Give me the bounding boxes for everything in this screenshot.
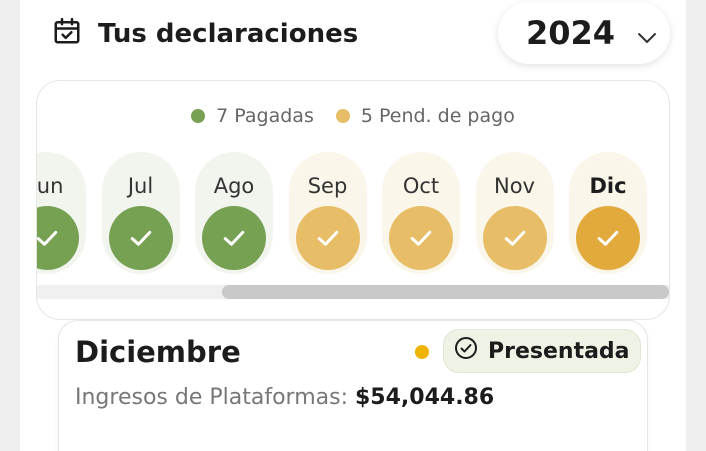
page-title: Tus declaraciones: [98, 19, 359, 49]
month-ago[interactable]: Ago: [195, 152, 273, 274]
calendar-check-icon: [52, 16, 82, 53]
months-scrollbar[interactable]: [37, 285, 669, 299]
check-circle-icon: [454, 336, 478, 366]
legend-pending-label: 5 Pend. de pago: [360, 105, 515, 127]
month-label: Jul: [127, 174, 154, 198]
legend: 7 Pagadas 5 Pend. de pago: [37, 105, 669, 127]
month-dic[interactable]: Dic: [569, 152, 647, 274]
month-nov[interactable]: Nov: [475, 152, 554, 274]
declaration-detail-card[interactable]: Diciembre Presentada Ingresos de Platafo…: [58, 320, 648, 451]
status-dot: [415, 345, 429, 359]
page-header: Tus declaraciones: [52, 14, 358, 54]
detail-month-title: Diciembre: [75, 335, 241, 369]
month-label: Sep: [307, 174, 348, 198]
month-sep[interactable]: Sep: [288, 152, 367, 274]
months-card: 7 Pagadas 5 Pend. de pago Jun Jul Ago Sep Oc…: [36, 80, 670, 320]
month-jul[interactable]: Jul: [101, 152, 180, 274]
month-label: Nov: [494, 174, 535, 198]
month-label: Dic: [589, 174, 627, 198]
check-icon: [389, 206, 453, 270]
check-icon: [108, 206, 173, 270]
month-label: Oct: [402, 174, 440, 198]
income-row: Ingresos de Plataformas: $54,044.86: [75, 385, 494, 410]
income-label: Ingresos de Plataformas:: [75, 385, 348, 410]
month-jun[interactable]: Jun: [36, 152, 86, 274]
legend-pending: 5 Pend. de pago: [335, 105, 515, 127]
status-label: Presentada: [488, 338, 630, 364]
months-scrollbar-thumb[interactable]: [222, 285, 669, 299]
check-icon: [576, 206, 640, 270]
legend-paid-label: 7 Pagadas: [216, 105, 314, 127]
check-icon: [37, 206, 79, 270]
chevron-down-icon: [637, 14, 657, 52]
check-icon: [295, 206, 360, 270]
year-select[interactable]: 2024: [498, 2, 670, 64]
month-oct[interactable]: Oct: [382, 152, 460, 274]
legend-paid: 7 Pagadas: [191, 105, 314, 127]
year-value: 2024: [526, 14, 616, 52]
status-badge: Presentada: [443, 329, 641, 373]
legend-paid-dot: [191, 109, 206, 123]
income-value: $54,044.86: [354, 385, 495, 410]
check-icon: [202, 206, 266, 270]
month-label: Ago: [213, 174, 255, 198]
month-label: Jun: [36, 174, 64, 198]
legend-pending-dot: [335, 109, 350, 123]
check-icon: [482, 206, 547, 270]
